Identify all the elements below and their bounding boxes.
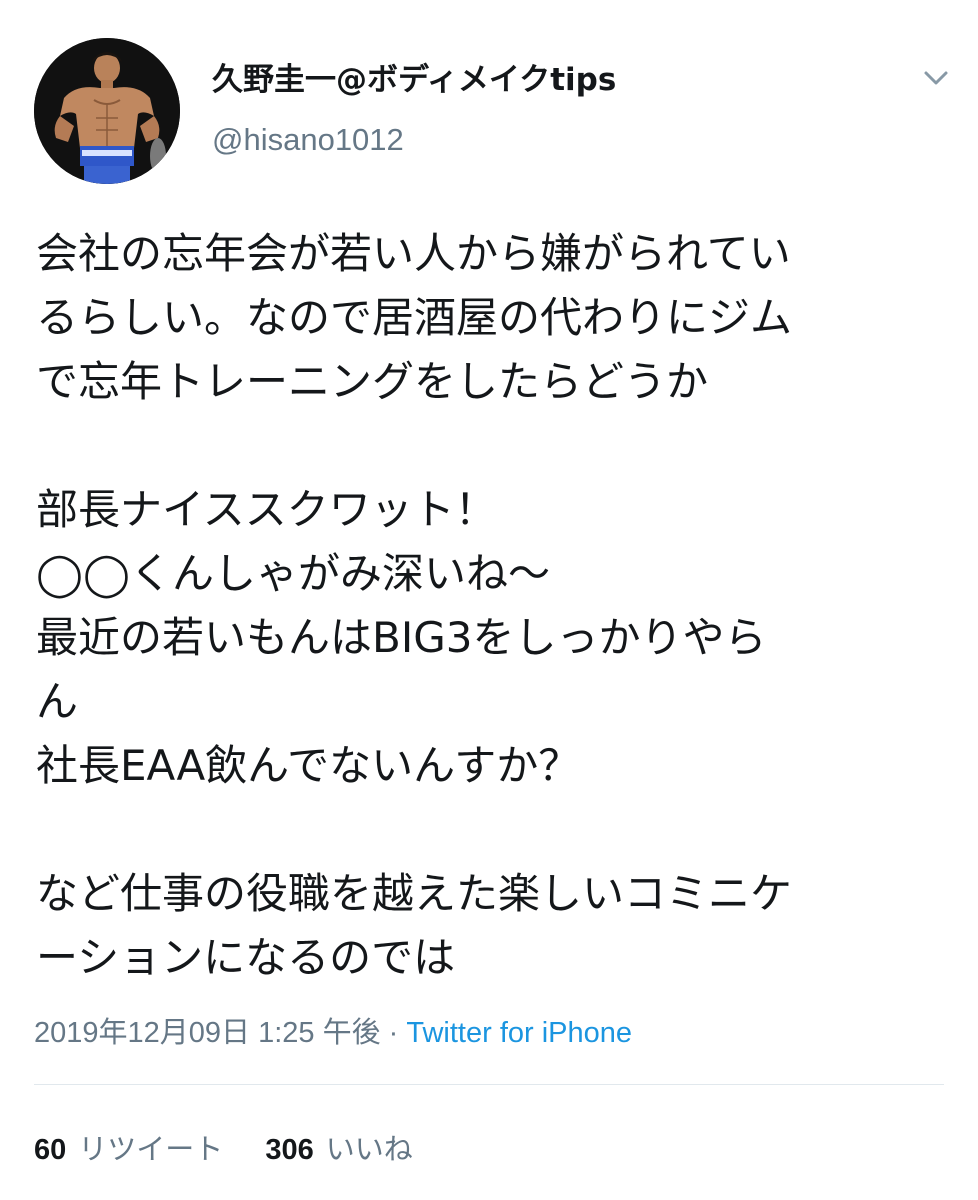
tweet-timestamp[interactable]: 2019年12月09日 1:25 午後 — [34, 1017, 381, 1049]
tweet-line: 会社の忘年会が若い人から嫌がられてい — [36, 229, 791, 278]
tweet-line: 社長EAA飲んでないんすか？ — [36, 741, 581, 790]
tweet-line: ーションになるのでは — [36, 933, 456, 982]
tweet-line: 最近の若いもんはBIG3をしっかりやら — [36, 613, 767, 662]
tweet-source-link[interactable]: Twitter for iPhone — [406, 1017, 632, 1049]
likes-count: 306 — [265, 1134, 314, 1166]
avatar[interactable] — [34, 38, 180, 184]
tweet-header: 久野圭一@ボディメイクtips @hisano1012 — [34, 38, 954, 188]
tweet-line: ◯◯くんしゃがみ深いね〜 — [36, 549, 551, 598]
tweet-line: ん — [36, 677, 79, 726]
retweets-count: 60 — [34, 1134, 67, 1166]
likes-stat[interactable]: 306 いいね — [265, 1130, 412, 1170]
tweet-stats: 60 リツイート 306 いいね — [34, 1130, 447, 1170]
likes-label: いいね — [325, 1134, 413, 1166]
tweet-paragraph: 会社の忘年会が若い人から嫌がられてい るらしい。なので居酒屋の代わりにジム で忘… — [36, 222, 956, 414]
divider — [34, 1084, 944, 1085]
tweet-menu-button[interactable] — [918, 60, 954, 96]
author-display-name[interactable]: 久野圭一@ボディメイクtips — [212, 60, 616, 100]
meta-separator: · — [380, 1017, 407, 1049]
tweet-paragraph: など仕事の役職を越えた楽しいコミニケ ーションになるのでは — [36, 862, 956, 990]
tweet-line: で忘年トレーニングをしたらどうか — [36, 357, 709, 406]
tweet-line: るらしい。なので居酒屋の代わりにジム — [36, 293, 793, 342]
tweet-detail: 久野圭一@ボディメイクtips @hisano1012 会社の忘年会が若い人から… — [0, 0, 978, 1200]
avatar-photo — [34, 38, 180, 184]
tweet-meta: 2019年12月09日 1:25 午後 · Twitter for iPhone — [34, 1013, 632, 1053]
chevron-down-icon — [924, 71, 948, 85]
author-handle[interactable]: @hisano1012 — [212, 120, 616, 160]
retweets-label: リツイート — [78, 1134, 224, 1166]
tweet-text: 会社の忘年会が若い人から嫌がられてい るらしい。なので居酒屋の代わりにジム で忘… — [36, 222, 956, 990]
author-names: 久野圭一@ボディメイクtips @hisano1012 — [212, 60, 616, 160]
tweet-line: など仕事の役職を越えた楽しいコミニケ — [36, 869, 793, 918]
retweets-stat[interactable]: 60 リツイート — [34, 1130, 223, 1170]
tweet-paragraph: 部長ナイススクワット！ ◯◯くんしゃがみ深いね〜 最近の若いもんはBIG3をしっ… — [36, 478, 956, 798]
tweet-line: 部長ナイススクワット！ — [36, 485, 497, 534]
